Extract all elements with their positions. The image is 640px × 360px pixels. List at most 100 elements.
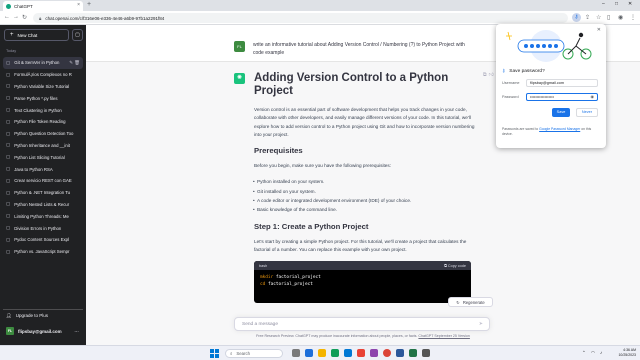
- tab-close-icon[interactable]: ×: [77, 2, 80, 8]
- upgrade-plus-button[interactable]: 👤︎ Upgrade to Plus: [3, 309, 83, 321]
- sidebar-item-chat[interactable]: ▢ Python vs. JavaScript Sempr: [3, 246, 83, 258]
- footer-disclaimer: Free Research Preview. ChatGPT may produ…: [256, 334, 470, 338]
- thumbs-up-icon[interactable]: 👍︎: [489, 72, 496, 78]
- sidebar-item-chat[interactable]: ▢ Pydoc Content Sources Expl: [3, 234, 83, 246]
- eye-icon[interactable]: ◉: [591, 94, 595, 100]
- sidebar-item-label: Python Inheritance and __init: [14, 142, 70, 148]
- sidebar-item-chat[interactable]: ▢ Python List Slicing Tutorial: [3, 151, 83, 163]
- system-clock[interactable]: 4:36 AM 10/25/2023: [618, 348, 636, 358]
- refresh-icon: ↻: [456, 299, 460, 305]
- bookmark-star-icon[interactable]: ☆: [596, 14, 601, 21]
- code-content: mkdir factorial_project cd factorial_pro…: [260, 275, 321, 288]
- new-tab-button[interactable]: +: [87, 1, 91, 8]
- list-item: A code editor or integrated development …: [253, 196, 479, 206]
- sidebar-item-chat[interactable]: ▢ Python File Token Reading: [3, 116, 83, 128]
- file-explorer-icon[interactable]: [318, 349, 326, 357]
- sidebar-item-chat[interactable]: ▢ Text Clustering in Python: [3, 104, 83, 116]
- sidebar-toggle-icon[interactable]: ▢: [72, 29, 83, 41]
- chat-bubble-icon: ▢: [6, 59, 11, 65]
- password-manager-link[interactable]: Google Password Manager: [539, 127, 580, 131]
- reload-icon[interactable]: ↻: [22, 14, 27, 21]
- vs-icon[interactable]: [370, 349, 378, 357]
- copy-code-button[interactable]: ⧉ Copy code: [444, 264, 466, 268]
- sidebar-item-label: Python Nested Lists & Recur: [14, 201, 70, 207]
- list-item: Git installed on your system.: [253, 187, 479, 197]
- excel-icon[interactable]: [409, 349, 417, 357]
- task-view-icon[interactable]: [305, 349, 313, 357]
- chat-bubble-icon: ▢: [6, 236, 11, 242]
- message-input[interactable]: Send a message: [242, 322, 278, 327]
- profile-icon[interactable]: ◉: [618, 14, 623, 21]
- clock-date: 10/25/2023: [618, 353, 636, 357]
- password-field[interactable]: •••••••••••••••••• ◉: [526, 93, 598, 101]
- chat-bubble-icon: ▢: [6, 83, 11, 89]
- save-password-dialog: ✕ ⚷ Save password? Username flipsbay@gma…: [496, 24, 606, 148]
- message-composer[interactable]: Send a message ➤: [234, 317, 490, 331]
- new-chat-button[interactable]: + New Chat: [4, 29, 69, 41]
- close-window-button[interactable]: ✕: [628, 1, 632, 7]
- minimize-button[interactable]: –: [602, 1, 605, 7]
- sidebar-item-label: FormulÃ¡rios Complexos no R: [14, 72, 72, 78]
- edge-icon[interactable]: [344, 349, 352, 357]
- sidebar-item-label: Git & SemVer in Python: [14, 60, 60, 66]
- password-illustration: [506, 30, 592, 62]
- sidebar-item-chat[interactable]: ▢ Java to Python RSA: [3, 163, 83, 175]
- chevron-up-icon[interactable]: ⌃: [582, 350, 586, 356]
- list-item: Python installed on your system.: [253, 177, 479, 187]
- sidebar-item-chat[interactable]: ▢ Crear servicio REST con GAE: [3, 175, 83, 187]
- taskbar-search[interactable]: ⌕ Search: [225, 349, 283, 358]
- browser-toolbar: ← → ↻ 🔒︎ chat.openai.com/c/f316e06-e336-…: [0, 11, 640, 25]
- sidebar-item-chat[interactable]: ▢ Python Question Detection Too: [3, 128, 83, 140]
- volume-icon[interactable]: ♪: [600, 350, 602, 355]
- user-menu[interactable]: FL flipsbay@gmail.com ···: [3, 325, 83, 337]
- widgets-icon[interactable]: [292, 349, 300, 357]
- username-field[interactable]: flipsbay@gmail.com: [526, 79, 598, 87]
- sidebar-item-chat[interactable]: ▢ Python Variable Size Tutorial: [3, 81, 83, 93]
- chatgpt-logo-icon: ✺: [234, 73, 245, 84]
- never-button[interactable]: Never: [576, 108, 598, 117]
- store-icon[interactable]: [331, 349, 339, 357]
- address-bar[interactable]: 🔒︎ chat.openai.com/c/f316e06-e336-4e46-a…: [33, 13, 568, 23]
- key-icon: ⚷: [502, 68, 506, 73]
- avatar: FL: [6, 327, 14, 335]
- sidebar-item-label: Parse Python *.py files: [14, 95, 58, 101]
- user-avatar: FL: [234, 41, 245, 52]
- sidebar-item-chat[interactable]: ▢ Python Inheritance and __init: [3, 140, 83, 152]
- sidebar-item-label: Text Clustering in Python: [14, 107, 62, 113]
- user-message: write an informative tutorial about Addi…: [253, 42, 465, 56]
- edit-delete-icon[interactable]: ✎ 🗑︎: [69, 60, 80, 66]
- terminal-icon[interactable]: [422, 349, 430, 357]
- mail-icon[interactable]: [357, 349, 365, 357]
- menu-icon[interactable]: ⋮: [630, 14, 636, 21]
- sidebar-item-chat[interactable]: ▢ Python Nested Lists & Recur: [3, 199, 83, 211]
- regenerate-button[interactable]: ↻ Regenerate: [448, 297, 493, 307]
- password-key-icon[interactable]: ⚷: [572, 13, 581, 22]
- save-button[interactable]: Save: [552, 108, 570, 117]
- sidepanel-icon[interactable]: ▯: [607, 14, 610, 21]
- password-manager-note: Passwords are saved to Google Password M…: [502, 127, 592, 136]
- maximize-button[interactable]: □: [615, 1, 618, 7]
- chat-bubble-icon: ▢: [6, 154, 11, 160]
- chat-bubble-icon: ▢: [6, 213, 11, 219]
- windows-start-icon[interactable]: [210, 349, 219, 358]
- sidebar-item-chat[interactable]: ▢ Division Errors in Python: [3, 222, 83, 234]
- prereq-heading: Prerequisites: [254, 146, 303, 156]
- share-icon[interactable]: ⇪: [585, 14, 590, 21]
- regenerate-label: Regenerate: [462, 299, 485, 305]
- windows-taskbar: ⌕ Search ⌃ ◠ ♪ 4:36 AM 10/25/2023: [0, 345, 640, 360]
- sidebar-item-chat[interactable]: ▢ Python & .NET Integration Tu: [3, 187, 83, 199]
- wifi-icon[interactable]: ◠: [591, 350, 595, 356]
- word-icon[interactable]: [396, 349, 404, 357]
- tab-chatgpt[interactable]: ChatGPT ×: [3, 1, 83, 11]
- chrome-icon[interactable]: [383, 349, 391, 357]
- send-icon[interactable]: ➤: [479, 321, 483, 327]
- sidebar-item-chat[interactable]: ▢ Limiting Python Threads: Me: [3, 210, 83, 222]
- sidebar-item-chat[interactable]: ▢ FormulÃ¡rios Complexos no R: [3, 69, 83, 81]
- version-link[interactable]: ChatGPT September 25 Version: [418, 334, 469, 338]
- sidebar-item-chat[interactable]: ▢ Git & SemVer in Python ✎ 🗑︎: [3, 57, 83, 69]
- forward-icon[interactable]: →: [13, 14, 19, 20]
- tutorial-title: Adding Version Control to a Python Proje…: [254, 72, 449, 97]
- back-icon[interactable]: ←: [4, 14, 10, 20]
- more-icon[interactable]: ···: [75, 329, 80, 334]
- sidebar-item-chat[interactable]: ▢ Parse Python *.py files: [3, 92, 83, 104]
